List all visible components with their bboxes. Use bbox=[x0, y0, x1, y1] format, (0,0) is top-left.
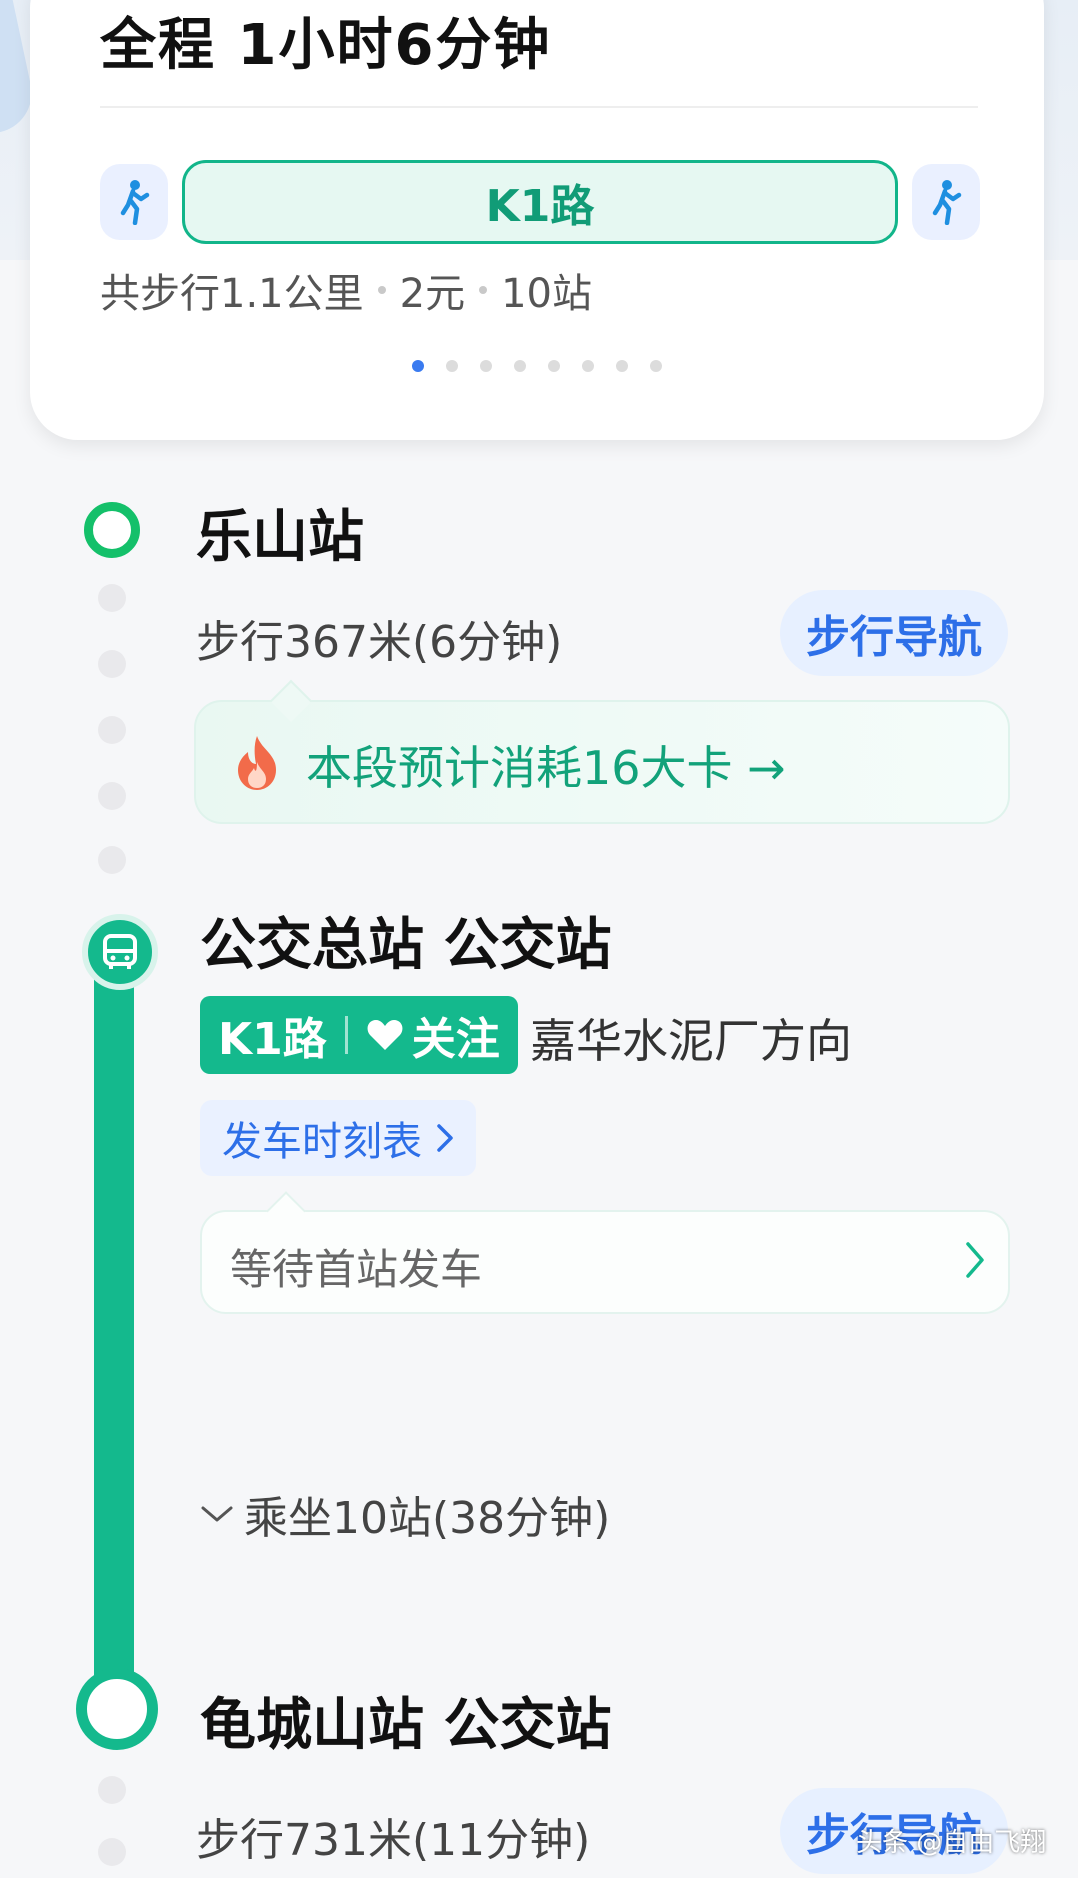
stop-count: 10站 bbox=[501, 271, 592, 317]
bus-line-pill[interactable]: K1路 bbox=[182, 160, 898, 244]
pager-dot[interactable] bbox=[650, 360, 662, 372]
route-meta-row: 共步行1.1公里 2元 10站 bbox=[100, 260, 592, 320]
ride-info-text: 乘坐10站(38分钟) bbox=[244, 1493, 611, 1544]
bus-icon bbox=[103, 934, 137, 969]
end-station-marker bbox=[76, 1668, 158, 1750]
badge-separator bbox=[344, 1016, 348, 1054]
route-summary-card[interactable]: 全程 1小时6分钟 K1路 共步行1.1公里 2元 10站 bbox=[30, 0, 1044, 440]
start-station-marker bbox=[84, 502, 140, 558]
chevron-down-icon bbox=[201, 1506, 233, 1522]
chevron-right-icon bbox=[437, 1124, 453, 1152]
heart-icon bbox=[367, 1020, 403, 1050]
walk-path-dot bbox=[98, 716, 126, 744]
pager-dot-active[interactable] bbox=[412, 360, 424, 372]
walk-path-dot bbox=[98, 1776, 126, 1804]
calorie-text: 本段预计消耗16大卡 → bbox=[306, 741, 786, 795]
end-walk-info: 步行731米(11分钟) bbox=[196, 1815, 591, 1866]
fire-icon bbox=[238, 736, 276, 790]
walk-path-dot bbox=[98, 782, 126, 810]
bus-direction: 嘉华水泥厂方向 bbox=[530, 1014, 852, 1068]
chevron-right-icon bbox=[966, 1242, 984, 1278]
walk-segment-chip bbox=[100, 164, 168, 240]
follow-label: 关注 bbox=[411, 1014, 500, 1065]
walk-navigation-button[interactable]: 步行导航 bbox=[780, 590, 1008, 676]
start-station-name: 乐山站 bbox=[196, 505, 364, 570]
calorie-card[interactable]: 本段预计消耗16大卡 → bbox=[194, 700, 1010, 824]
walk-icon bbox=[120, 180, 150, 225]
route-segments-bar: K1路 bbox=[100, 160, 980, 244]
route-pager[interactable] bbox=[30, 360, 1044, 372]
walk-distance: 共步行1.1公里 bbox=[100, 271, 364, 317]
divider bbox=[100, 106, 978, 108]
pager-dot[interactable] bbox=[582, 360, 594, 372]
pager-dot[interactable] bbox=[446, 360, 458, 372]
walk-path-dot bbox=[98, 1838, 126, 1866]
start-walk-info: 步行367米(6分钟) bbox=[196, 617, 563, 668]
total-time: 全程 1小时6分钟 bbox=[100, 13, 552, 78]
pager-dot[interactable] bbox=[616, 360, 628, 372]
schedule-button[interactable]: 发车时刻表 bbox=[200, 1100, 476, 1176]
follow-button[interactable]: 关注 bbox=[366, 1003, 500, 1067]
bus-route-track bbox=[94, 970, 134, 1678]
pager-dot[interactable] bbox=[514, 360, 526, 372]
bus-line-label: K1路 bbox=[218, 1014, 327, 1065]
wait-status-text: 等待首站发车 bbox=[230, 1245, 483, 1294]
separator-dot bbox=[377, 286, 386, 294]
pager-dot[interactable] bbox=[548, 360, 560, 372]
schedule-label: 发车时刻表 bbox=[222, 1119, 422, 1165]
realtime-status-card[interactable]: 等待首站发车 bbox=[200, 1210, 1010, 1314]
end-station-name: 龟城山站 公交站 bbox=[200, 1693, 612, 1758]
watermark: 头条 @自由飞翔 bbox=[856, 1828, 1047, 1858]
bus-station-marker bbox=[82, 914, 158, 990]
walk-path-dot bbox=[98, 650, 126, 678]
pager-dot[interactable] bbox=[480, 360, 492, 372]
walk-segment-chip bbox=[912, 164, 980, 240]
bus-line-badge[interactable]: K1路 关注 bbox=[200, 996, 518, 1074]
walk-icon bbox=[932, 180, 962, 225]
bus-station-name: 公交总站 公交站 bbox=[200, 913, 612, 978]
walk-path-dot bbox=[98, 846, 126, 874]
fare: 2元 bbox=[399, 271, 466, 317]
ride-info-toggle[interactable]: 乘坐10站(38分钟) bbox=[200, 1482, 610, 1546]
walk-path-dot bbox=[98, 584, 126, 612]
separator-dot bbox=[479, 286, 488, 294]
